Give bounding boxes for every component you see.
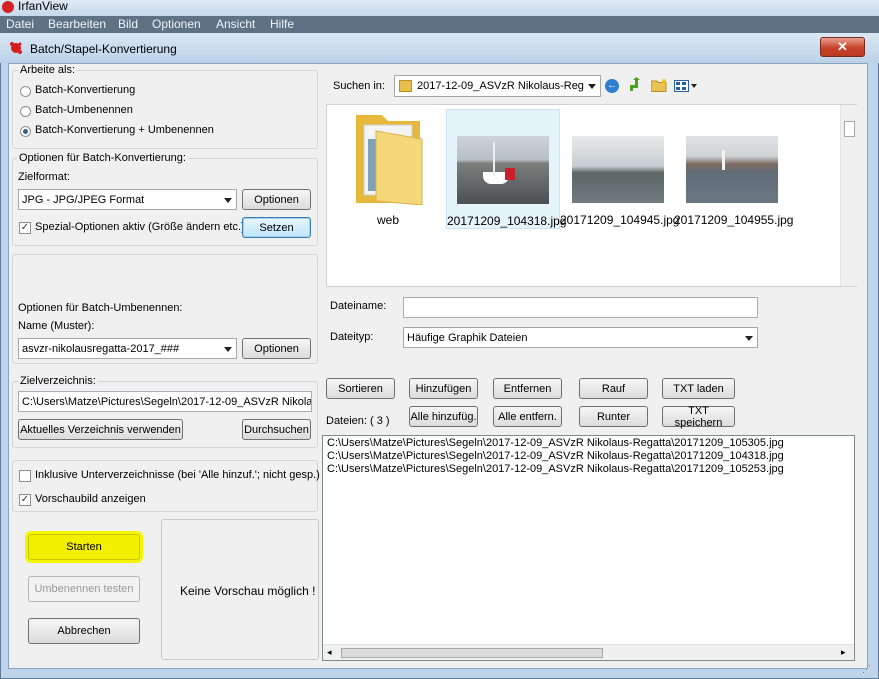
radio-batch-convert-label[interactable]: Batch-Konvertierung [35,84,135,96]
test-rename-button[interactable]: Umbenennen testen [28,576,140,602]
irfanview-logo-icon [2,1,14,13]
show-preview-label[interactable]: Vorschaubild anzeigen [35,493,146,505]
load-txt-button[interactable]: TXT laden [662,378,735,399]
scroll-right-icon[interactable]: ▸ [841,647,846,658]
file-item[interactable]: 20171209_104945.jpg [560,109,680,229]
irfanview-logo-icon [9,41,23,55]
format-select[interactable]: JPG - JPG/JPEG Format [18,189,237,210]
cancel-button[interactable]: Abbrechen [28,618,140,644]
files-count-label: Dateien: ( 3 ) [326,415,390,427]
filename-input[interactable] [403,297,758,318]
dialog-title: Batch/Stapel-Konvertierung [30,42,177,56]
main-title-bar: IrfanView [0,0,879,16]
sort-button[interactable]: Sortieren [326,378,395,399]
radio-batch-convert[interactable] [20,86,31,97]
photo-thumbnail [572,136,664,203]
rename-options-button[interactable]: Optionen [242,338,311,359]
menu-ansicht[interactable]: Ansicht [216,17,255,31]
file-name: 20171209_104945.jpg [560,213,680,227]
pattern-combo-value: asvzr-nikolausregatta-2017_### [22,342,180,355]
convert-options-label: Optionen für Batch-Konvertierung: [17,152,188,164]
main-window-title: IrfanView [18,0,68,13]
target-dir-label: Zielverzeichnis: [18,375,98,387]
show-preview-checkbox[interactable]: ✓ [19,494,31,506]
target-dir-input[interactable]: C:\Users\Matze\Pictures\Segeln\2017-12-0… [18,391,312,412]
filetype-select-value: Häufige Graphik Dateien [407,331,528,344]
format-options-button[interactable]: Optionen [242,189,311,210]
pattern-combo[interactable]: asvzr-nikolausregatta-2017_### [18,338,237,359]
file-browser-scrollbar[interactable] [840,105,858,286]
filename-label: Dateiname: [330,300,387,312]
preview-text: Keine Vorschau möglich ! [180,584,316,598]
start-button[interactable]: Starten [28,534,140,560]
folder-item-web[interactable]: web [343,109,433,229]
close-icon: ✕ [837,39,848,54]
view-menu-icon[interactable] [674,80,698,92]
include-subdirs-label[interactable]: Inklusive Unterverzeichnisse (bei 'Alle … [35,469,320,481]
use-current-dir-button[interactable]: Aktuelles Verzeichnis verwenden [18,419,183,440]
file-name: 20171209_104955.jpg [674,213,794,227]
scroll-thumb[interactable] [844,121,855,137]
list-item[interactable]: C:\Users\Matze\Pictures\Segeln\2017-12-0… [327,450,784,462]
save-txt-button[interactable]: TXT speichern [662,405,735,429]
filetype-label: Dateityp: [330,331,374,343]
radio-convert-and-rename-label[interactable]: Batch-Konvertierung + Umbenennen [35,124,214,136]
folder-icon [399,80,412,92]
file-name: web [376,213,399,227]
filetype-select[interactable]: Häufige Graphik Dateien [403,327,758,348]
format-select-value: JPG - JPG/JPEG Format [22,193,145,206]
resize-grip-icon[interactable]: ⋰ [862,664,871,675]
set-button[interactable]: Setzen [242,217,311,238]
look-in-select[interactable]: 2017-12-09_ASVzR Nikolaus-Reg [394,75,601,97]
pattern-label: Name (Muster): [18,320,95,332]
format-label: Zielformat: [18,171,70,183]
look-in-label: Suchen in: [333,80,385,92]
remove-all-button[interactable]: Alle entfern. [493,406,562,427]
menu-datei[interactable]: Datei [6,17,34,31]
file-item-selected[interactable]: 20171209_104318.jpg [446,109,567,229]
radio-batch-rename-label[interactable]: Batch-Umbenennen [35,104,133,116]
menu-bar: Datei Bearbeiten Bild Optionen Ansicht H… [0,16,879,33]
menu-bild[interactable]: Bild [118,17,138,31]
chevron-down-icon [224,197,232,203]
list-item[interactable]: C:\Users\Matze\Pictures\Segeln\2017-12-0… [327,463,784,475]
move-up-button[interactable]: Rauf [579,378,648,399]
folder-icon [356,115,423,205]
remove-button[interactable]: Entfernen [493,378,562,399]
scroll-left-icon[interactable]: ◂ [327,647,332,658]
menu-optionen[interactable]: Optionen [152,17,201,31]
photo-thumbnail [457,136,549,204]
browse-button[interactable]: Durchsuchen [242,419,311,440]
work-as-label: Arbeite als: [18,64,78,76]
special-options-checkbox[interactable]: ✓ [19,222,31,234]
chevron-down-icon [588,84,596,89]
include-subdirs-checkbox[interactable] [19,470,31,482]
add-button[interactable]: Hinzufügen [409,378,478,399]
chevron-down-icon [224,346,232,352]
photo-thumbnail [686,136,778,203]
horizontal-scrollbar[interactable]: ◂ ▸ [323,644,854,660]
back-icon[interactable]: ← [605,79,619,93]
menu-hilfe[interactable]: Hilfe [270,17,294,31]
chevron-down-icon [745,335,753,341]
up-folder-icon[interactable] [627,77,643,93]
list-item[interactable]: C:\Users\Matze\Pictures\Segeln\2017-12-0… [327,437,784,449]
radio-batch-rename[interactable] [20,106,31,117]
file-name: 20171209_104318.jpg [447,214,567,228]
add-all-button[interactable]: Alle hinzufüg. [409,406,478,427]
menu-bearbeiten[interactable]: Bearbeiten [48,17,106,31]
file-list[interactable]: C:\Users\Matze\Pictures\Segeln\2017-12-0… [322,435,855,661]
new-folder-icon[interactable] [650,79,667,92]
file-item[interactable]: 20171209_104955.jpg [674,109,794,229]
file-browser[interactable]: web 20171209_104318.jpg 20171209_104945.… [326,104,858,287]
close-button[interactable]: ✕ [820,37,865,57]
radio-convert-and-rename[interactable] [20,126,31,137]
scroll-thumb[interactable] [341,648,603,658]
look-in-value: 2017-12-09_ASVzR Nikolaus-Reg [417,80,584,92]
rename-options-label: Optionen für Batch-Umbenennen: [18,302,183,314]
special-options-label[interactable]: Spezial-Optionen aktiv (Größe ändern etc… [35,221,245,233]
move-down-button[interactable]: Runter [579,406,648,427]
dialog-title-bar: Batch/Stapel-Konvertierung [0,33,879,63]
